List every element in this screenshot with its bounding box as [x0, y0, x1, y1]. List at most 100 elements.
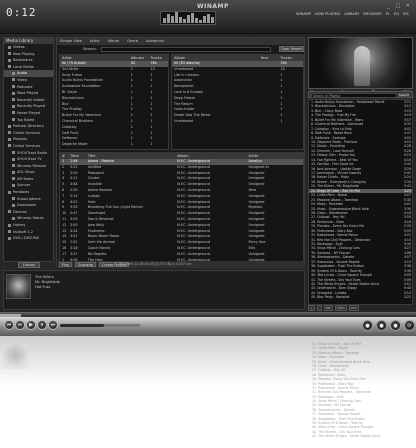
library-button[interactable]: Library	[18, 262, 40, 268]
tree-item[interactable]: Videos	[4, 44, 53, 51]
refresh-button[interactable]: ⟳	[404, 320, 415, 331]
tree-item[interactable]: Never Played	[4, 110, 53, 117]
playlist-search-button[interactable]: Search	[398, 93, 410, 98]
tree-item[interactable]: Portables	[4, 189, 53, 196]
tree-item-label: Never Played	[17, 110, 41, 115]
library-tab[interactable]: Album	[108, 38, 120, 45]
tree-item[interactable]: Downloads	[4, 202, 53, 209]
playlist-button[interactable]: -	[316, 305, 322, 311]
media-library-tree: Media Library Videos Now Playing Bookmarks…	[3, 37, 54, 262]
tree-item[interactable]: Spinner	[4, 182, 53, 189]
tree-item[interactable]: Online Services	[4, 143, 53, 150]
library-tab[interactable]: Advanced	[146, 38, 164, 45]
reflection-row: 42. The White Stripes - Seven Nation Arm…	[312, 434, 381, 439]
tree-item[interactable]: Devices	[4, 209, 53, 216]
visualizer-bar	[171, 16, 174, 23]
search-input[interactable]	[101, 47, 271, 52]
playlist-item[interactable]: 45. Bloc Party - Banquet 3:22	[309, 295, 412, 299]
track-list[interactable]: # Time Title Album Artist 1 2:46 Jolene - Repri…	[59, 152, 304, 264]
folder-icon	[12, 71, 15, 75]
tree-item[interactable]: XM Radio	[4, 176, 53, 183]
folder-icon	[12, 197, 15, 201]
album-art[interactable]	[6, 274, 31, 299]
play-pause-button[interactable]: ⏯	[15, 320, 25, 330]
window-buttons[interactable]: _ □ ✕	[387, 3, 412, 9]
tree-item[interactable]: Top Rated	[4, 117, 53, 124]
playlist-search-input[interactable]: Search in Playlist	[311, 93, 397, 98]
tree-item[interactable]: Bookmarks	[4, 57, 53, 64]
tree-item-label: Winamp Remote	[17, 163, 46, 168]
top-navigation: WINAMP NOW PLAYING LIBRARY BROWSER PL EQ VIS	[296, 12, 414, 16]
library-tab[interactable]: Artist	[90, 38, 100, 45]
folder-icon	[12, 111, 15, 115]
tree-item[interactable]: Podcast Directory	[4, 123, 53, 130]
artists-cell: 1	[130, 142, 133, 147]
tree-item[interactable]: DVD / DVD-RW	[4, 235, 53, 242]
playlist-button[interactable]: +	[308, 305, 315, 311]
previous-button[interactable]: ⏮	[4, 320, 14, 330]
folder-icon	[8, 137, 11, 141]
tree-item[interactable]: Subscriptions	[4, 196, 53, 203]
visualizer-bar	[167, 14, 170, 23]
folder-icon	[8, 45, 11, 49]
pause-button[interactable]: ⏸	[37, 320, 47, 330]
tree-item[interactable]: Video	[4, 77, 53, 84]
tree-item[interactable]: Recently Added	[4, 97, 53, 104]
tree-item-label: Podcast Directory	[13, 124, 44, 129]
repeat-button[interactable]: ●	[376, 320, 387, 331]
crossfade-button[interactable]: ●	[390, 320, 401, 331]
shuffle-button[interactable]: ●	[362, 320, 373, 331]
tree-item[interactable]: Online Services	[4, 130, 53, 137]
top-nav-library[interactable]: LIBRARY	[344, 12, 359, 16]
play-button[interactable]: ▶	[26, 320, 36, 330]
tree-item[interactable]: Recently Played	[4, 103, 53, 110]
playlist-button[interactable]: SEL	[323, 305, 334, 311]
tree-item-label: Recently Played	[17, 104, 45, 109]
video-window[interactable]	[308, 37, 413, 89]
playlist-button[interactable]: MISC	[335, 305, 347, 311]
playlist-button[interactable]: LIST	[348, 305, 359, 311]
top-nav-browser[interactable]: BROWSER	[363, 12, 381, 16]
table-row[interactable]: Depeche Mode 1 1	[60, 142, 168, 148]
library-tab[interactable]: Simple View	[60, 38, 82, 45]
tree-item[interactable]: AOL Music	[4, 169, 53, 176]
tree-item[interactable]: Most Played	[4, 90, 53, 97]
tree-item[interactable]: Winamp Stores	[4, 215, 53, 222]
now-playing-panel: The Killers Mr. Brightside Hot Fuss	[3, 270, 305, 310]
tree-item[interactable]: History	[4, 222, 53, 229]
top-nav-vis[interactable]: VIS	[403, 12, 409, 16]
library-enqueue-button[interactable]: Enqueue	[75, 262, 96, 267]
tree-item[interactable]: Local Media	[4, 64, 53, 71]
top-nav-now-playing[interactable]: NOW PLAYING	[315, 12, 340, 16]
clear-search-button[interactable]: Clear Search	[279, 46, 304, 52]
tree-item-label: Video	[17, 77, 27, 82]
tree-item-label: Online Services	[13, 143, 41, 148]
library-tab[interactable]: Genre	[127, 38, 138, 45]
tree-item[interactable]: Now Playing	[4, 51, 53, 58]
folder-icon	[8, 52, 11, 56]
visualizer[interactable]	[160, 11, 216, 25]
library-play-button[interactable]: Play	[59, 262, 73, 267]
visualizer-bar	[183, 19, 186, 23]
tree-item[interactable]: SHOUTcast Radio	[4, 150, 53, 157]
album-list[interactable]: Album Year Tracks All (83 albums) 784 Unrelea…	[171, 54, 304, 150]
tree-item-label: Top Rated	[17, 117, 35, 122]
tree-item[interactable]: SHOUTcast TV	[4, 156, 53, 163]
next-button[interactable]: ⏭	[48, 320, 58, 330]
playlist-header: Search in Playlist Search	[308, 91, 413, 98]
table-row[interactable]: Unreleased 1	[172, 119, 303, 125]
tree-item[interactable]: Nullsoft 1.2	[4, 229, 53, 236]
tree-item[interactable]: Podcasts	[4, 84, 53, 91]
search-row: Search: Clear Search	[57, 46, 304, 53]
top-nav-winamp[interactable]: WINAMP	[296, 12, 311, 16]
time-display[interactable]: 0:12	[6, 6, 37, 19]
playlist[interactable]: 1. Audio Bullys Foundation - Radiohead P…	[308, 99, 413, 305]
tree-item[interactable]: Winamp Remote	[4, 163, 53, 170]
artist-list[interactable]: Artist Albums Tracks All (79 Artists) 83 784 3…	[59, 54, 169, 150]
top-nav-eq[interactable]: EQ	[394, 12, 399, 16]
top-nav-pl[interactable]: PL	[386, 12, 390, 16]
tree-item[interactable]: Playlists	[4, 136, 53, 143]
winamp-window: 0:12 WINAMP _ □ ✕ WINAMP NOW PLAYING LIBRA…	[0, 0, 416, 448]
volume-slider[interactable]	[60, 324, 140, 327]
tree-item[interactable]: Audio	[4, 70, 53, 77]
